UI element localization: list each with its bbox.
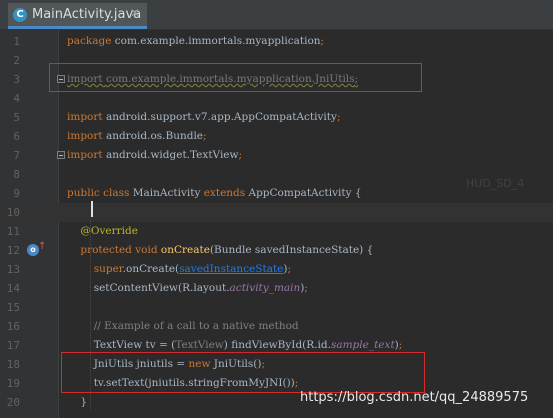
code-text: protected void onCreate(Bundle savedInst…	[67, 241, 373, 260]
java-class-icon: C	[13, 8, 27, 22]
line-number: 2	[13, 54, 20, 67]
line-number: 14	[6, 282, 20, 295]
line-number: 19	[6, 377, 20, 390]
code-token: activity_main	[229, 282, 301, 294]
code-token: package	[67, 35, 115, 47]
code-token: setContentView(R.layout.	[67, 282, 230, 294]
code-text: super.onCreate(savedInstanceState);	[67, 260, 291, 279]
line-number: 8	[13, 168, 20, 181]
code-token: public class	[67, 187, 133, 199]
code-token: android.widget.TextView	[105, 149, 239, 161]
code-token: sample_text	[330, 339, 395, 351]
code-text: import android.support.v7.app.AppCompatA…	[67, 108, 341, 127]
line-number: 18	[6, 358, 20, 371]
code-token: TextView	[175, 339, 224, 351]
code-token: extends	[203, 187, 249, 199]
code-token: ;	[287, 263, 292, 275]
line-number: 3	[13, 73, 20, 86]
code-line[interactable]: 1 package com.example.immortals.myapplica…	[0, 32, 553, 51]
code-token: ;	[398, 339, 403, 351]
line-number: 4	[13, 92, 20, 105]
code-token: ;	[336, 111, 341, 123]
line-number: 6	[13, 130, 20, 143]
line-number: 16	[6, 320, 20, 333]
line-number: 11	[6, 225, 20, 238]
line-number: 15	[6, 301, 20, 314]
code-line[interactable]: 14 setContentView(R.layout.activity_main…	[0, 279, 553, 298]
fold-toggle-icon[interactable]	[57, 151, 65, 159]
code-line[interactable]: 11 @Override	[0, 222, 553, 241]
code-line[interactable]: 12 protected void onCreate(Bundle savedI…	[0, 241, 553, 260]
code-token: ) findViewById(R.id.	[223, 339, 331, 351]
code-token: ;	[238, 149, 243, 161]
code-token: @Override	[80, 225, 138, 237]
code-line[interactable]: 6 import android.os.Bundle;	[0, 127, 553, 146]
line-number: 1	[13, 35, 20, 48]
code-token: android.support.v7.app.AppCompatActivity	[105, 111, 337, 123]
code-line[interactable]: 10	[0, 203, 553, 222]
code-text: package com.example.immortals.myapplicat…	[67, 32, 324, 51]
code-token: ;	[304, 282, 308, 294]
code-token: onCreate	[160, 244, 210, 256]
code-text: @Override	[67, 222, 138, 241]
code-token: MainActivity	[132, 187, 204, 199]
text-caret	[91, 201, 93, 217]
code-token: .onCreate(	[122, 263, 180, 275]
code-token: savedInstanceState	[179, 263, 284, 275]
code-line[interactable]: 16 // Example of a call to a native meth…	[0, 317, 553, 336]
code-text: }	[67, 393, 87, 412]
code-token: TextView tv = (	[67, 339, 176, 351]
tab-label: MainActivity.java	[32, 7, 142, 22]
line-number: 20	[6, 396, 20, 409]
code-line[interactable]: 13 super.onCreate(savedInstanceState);	[0, 260, 553, 279]
line-number: 12	[6, 244, 20, 257]
close-icon[interactable]: ✕	[130, 6, 140, 20]
line-number: 5	[13, 111, 20, 124]
code-text: import android.widget.TextView;	[67, 146, 242, 165]
tab-main-activity[interactable]: C MainActivity.java ✕	[8, 3, 147, 29]
faint-watermark: HUD_SD_4	[466, 177, 525, 190]
line-number: 7	[13, 149, 20, 162]
code-token: import	[67, 111, 106, 123]
code-token: protected void	[80, 244, 161, 256]
code-text: // Example of a call to a native method	[67, 317, 299, 336]
code-token: import	[67, 149, 106, 161]
line-number: 10	[6, 206, 20, 219]
code-token: com.example.immortals.myapplication	[114, 35, 321, 47]
code-line[interactable]: 5 import android.support.v7.app.AppCompat…	[0, 108, 553, 127]
code-token: android.os.Bundle	[105, 130, 204, 142]
code-token: ;	[320, 35, 325, 47]
line-number: 17	[6, 339, 20, 352]
line-number: 13	[6, 263, 20, 276]
code-token: // Example of a call to a native method	[93, 320, 299, 332]
code-token: ;	[203, 130, 207, 142]
highlight-box-jni-call	[61, 352, 425, 393]
code-text: import android.os.Bundle;	[67, 127, 207, 146]
line-number: 9	[13, 187, 20, 200]
code-token: }	[67, 396, 88, 408]
up-arrow-icon: ↑	[38, 241, 47, 252]
code-token: (Bundle savedInstanceState) {	[209, 244, 374, 256]
csdn-watermark: https://blog.csdn.net/qq_24889575	[300, 390, 529, 405]
code-token: AppCompatActivity {	[248, 187, 362, 199]
editor-tab-bar: C MainActivity.java ✕	[0, 0, 553, 30]
code-line[interactable]: 7 import android.widget.TextView;	[0, 146, 553, 165]
highlight-box-import	[49, 63, 422, 92]
code-text: public class MainActivity extends AppCom…	[67, 184, 362, 203]
code-token: super	[93, 263, 123, 275]
code-line[interactable]: 15	[0, 298, 553, 317]
code-text: setContentView(R.layout.activity_main);	[67, 279, 308, 298]
code-token: import	[67, 130, 106, 142]
